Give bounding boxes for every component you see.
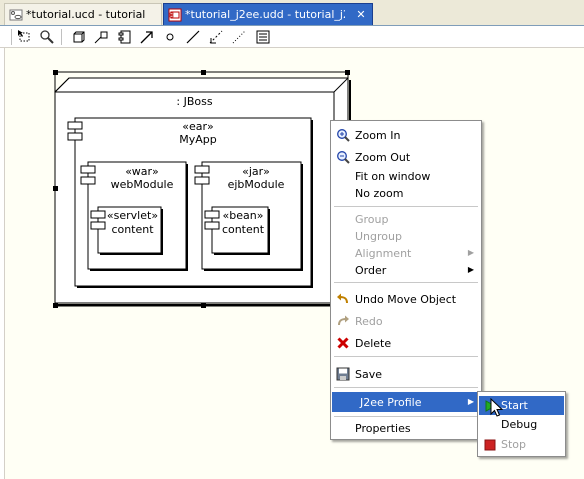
stop-icon — [482, 437, 498, 453]
menu-item-zoom-in[interactable]: Zoom In — [332, 125, 480, 145]
menu-item-undo[interactable]: Undo Move Object — [332, 289, 480, 309]
node-label: : JBoss — [176, 95, 213, 108]
submenu-arrow-icon: ▶ — [467, 265, 474, 274]
menu-separator — [334, 206, 478, 207]
jar-name: ejbModule — [227, 178, 285, 191]
save-icon — [335, 366, 351, 382]
menu-item-zoom-out[interactable]: Zoom Out — [332, 147, 480, 167]
war-name: webModule — [110, 178, 174, 191]
menu-item-properties[interactable]: Properties — [332, 418, 480, 438]
servlet-name: content — [111, 223, 154, 236]
menu-item-redo[interactable]: Redo — [332, 311, 480, 331]
menu-separator — [334, 416, 478, 417]
menu-item-j2ee-profile[interactable]: J2ee Profile ▶ — [332, 392, 480, 412]
ear-name: MyApp — [179, 133, 217, 146]
menu-item-save[interactable]: Save — [332, 364, 480, 384]
menu-item-delete[interactable]: Delete — [332, 333, 480, 353]
ear-stereotype: «ear» — [182, 120, 214, 133]
war-stereotype: «war» — [125, 165, 159, 178]
menu-item-no-zoom[interactable]: No zoom — [332, 183, 480, 203]
submenu-item-stop[interactable]: Stop — [479, 435, 564, 454]
redo-icon — [335, 313, 351, 329]
zoom-in-icon — [335, 127, 351, 143]
mouse-cursor-icon — [490, 398, 504, 417]
delete-icon — [335, 335, 351, 351]
zoom-out-icon — [335, 149, 351, 165]
submenu-arrow-icon: ▶ — [467, 397, 474, 406]
menu-separator — [334, 356, 478, 357]
context-menu: Zoom In Zoom Out Fit on window No zoom G… — [330, 120, 482, 440]
jar-stereotype: «jar» — [242, 165, 270, 178]
menu-separator — [334, 282, 478, 283]
menu-item-order[interactable]: Order ▶ — [332, 260, 480, 280]
bean-name: content — [221, 223, 265, 236]
bean-stereotype: «bean» — [222, 209, 264, 222]
undo-icon — [335, 291, 351, 307]
menu-separator — [334, 387, 478, 388]
servlet-stereotype: «servlet» — [106, 209, 159, 222]
